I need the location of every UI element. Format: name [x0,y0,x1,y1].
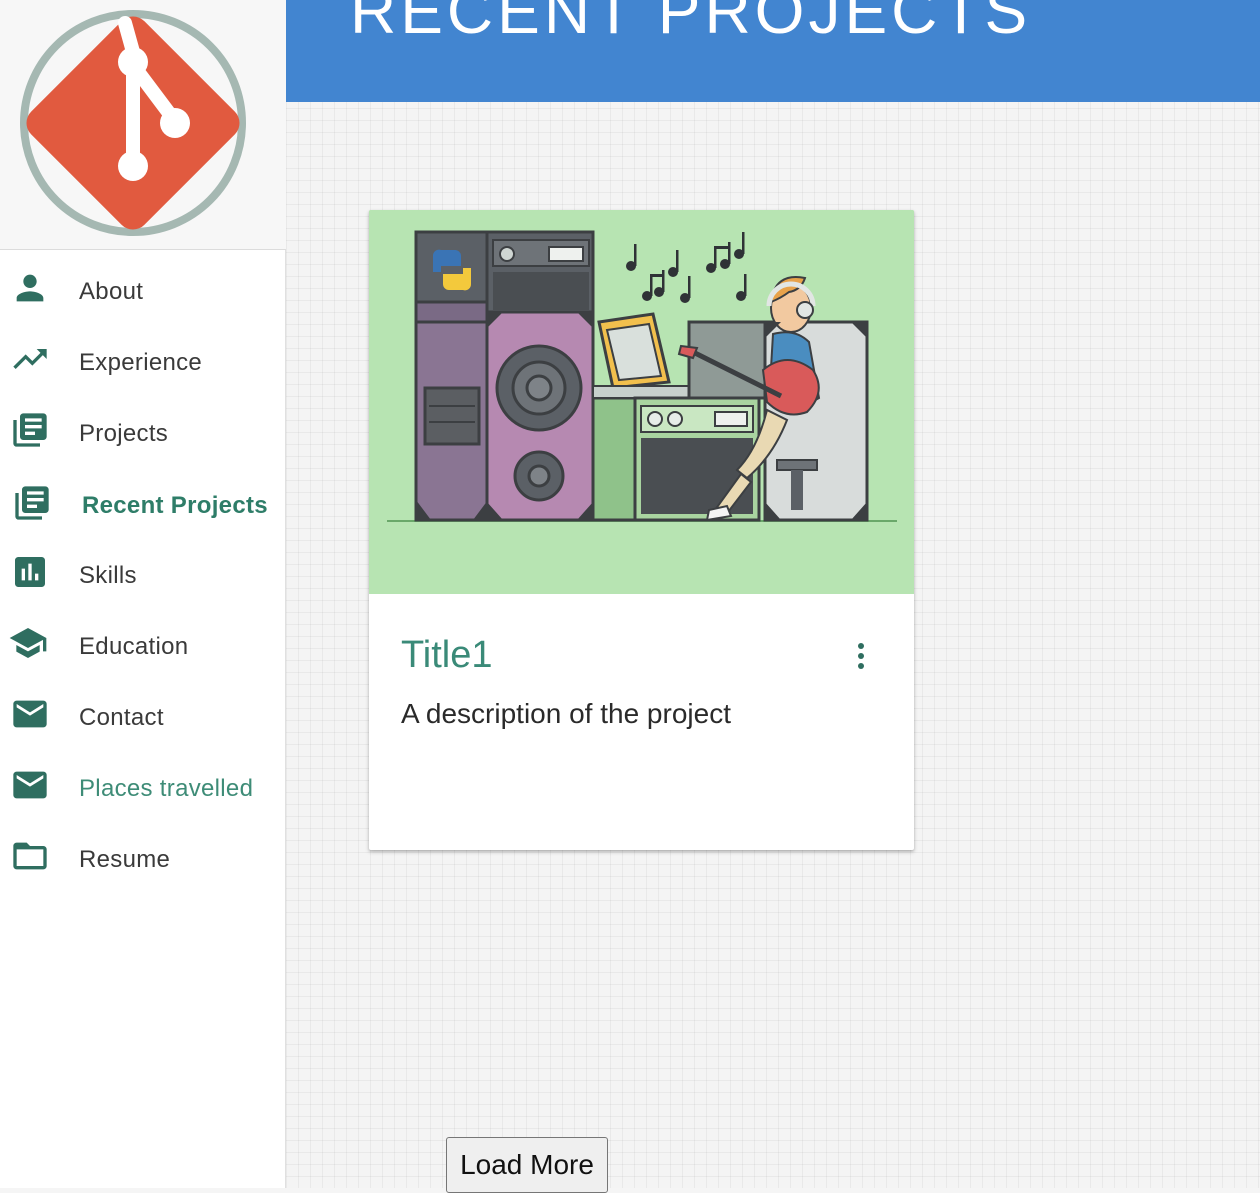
card-description: A description of the project [401,698,731,729]
sidebar-item-label: Contact [79,704,164,731]
more-vert-icon[interactable] [847,638,875,674]
sidebar-item-skills[interactable]: Skills [0,540,286,611]
bar-chart-icon [10,552,50,592]
trending-up-icon [10,339,50,379]
sidebar-item-label: Skills [79,562,137,589]
card-media [369,210,914,594]
mail-icon [10,694,50,734]
sidebar-item-label: Resume [79,846,171,873]
card-title: Title1 [401,634,493,676]
school-icon [9,623,50,663]
sidebar-item-resume[interactable]: Resume [0,824,286,895]
sidebar-item-label: Education [79,633,189,660]
library-books-icon [10,410,50,450]
sidebar-item-label: Recent Projects [82,492,268,519]
music-studio-illustration [369,210,914,594]
sidebar-item-label: Experience [79,349,203,376]
person-icon [10,268,50,308]
sidebar-item-about[interactable]: About [0,256,286,327]
logo-area [0,0,286,250]
mail-icon [10,765,50,805]
main-content: RECENT PROJECTS Title1 A description of … [286,0,1260,1193]
load-more-button[interactable]: Load More [446,1137,608,1193]
sidebar-item-label: Projects [79,420,169,447]
page-title: RECENT PROJECTS [350,0,1032,47]
sidebar-item-education[interactable]: Education [0,611,286,682]
sidebar-item-contact[interactable]: Contact [0,682,286,753]
sidebar: About Experience Projects Recent Project… [0,0,286,1188]
git-logo-icon[interactable] [17,7,249,239]
sidebar-item-label: Places travelled [79,775,254,802]
sidebar-nav: About Experience Projects Recent Project… [0,256,286,895]
sidebar-item-experience[interactable]: Experience [0,327,286,398]
sidebar-item-recent-projects[interactable]: Recent Projects [0,469,286,540]
sidebar-item-places-travelled[interactable]: Places travelled [0,753,286,824]
project-card[interactable]: Title1 A description of the project [369,210,914,850]
library-books-icon [12,483,52,523]
sidebar-item-projects[interactable]: Projects [0,398,286,469]
folder-icon [10,836,50,876]
header-bar: RECENT PROJECTS [286,0,1260,102]
sidebar-item-label: About [79,278,144,305]
